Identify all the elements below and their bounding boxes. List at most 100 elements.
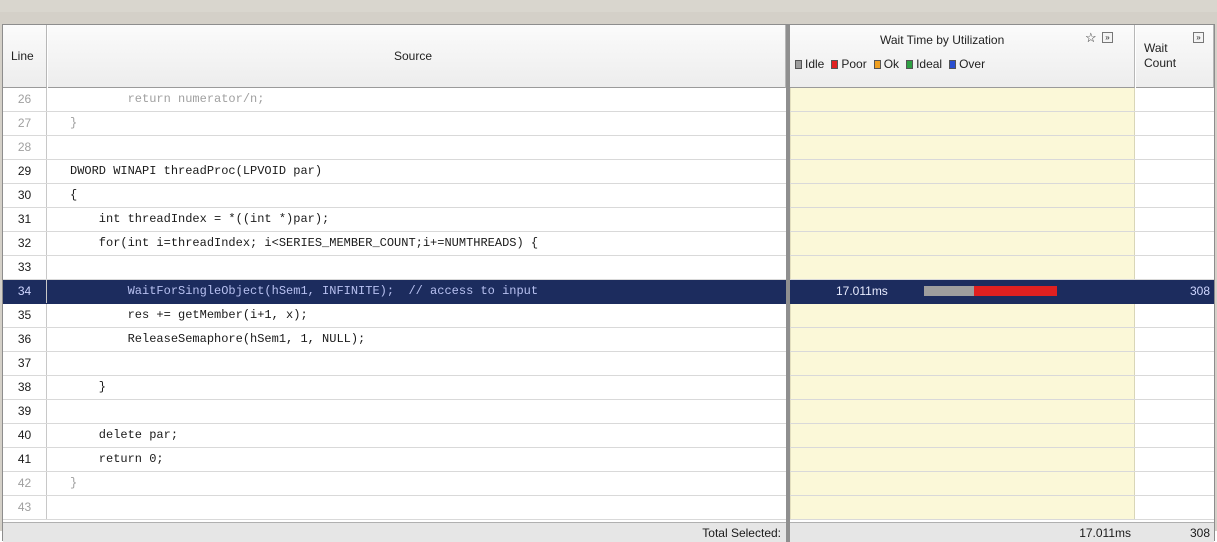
legend-label: Ideal (916, 57, 943, 71)
table-row[interactable]: 40 delete par; (3, 424, 1214, 448)
legend-label: Ok (883, 57, 900, 71)
wait-time-value: 17.011ms (836, 284, 888, 298)
table-row[interactable]: 38 } (3, 376, 1214, 400)
wait-count-cell (1136, 88, 1214, 111)
line-number: 41 (3, 448, 47, 471)
utilization-legend: Idle Poor Ok Ideal Over (795, 57, 992, 71)
line-number: 31 (3, 208, 47, 231)
line-number: 28 (3, 136, 47, 159)
wait-time-cell (790, 88, 1135, 111)
table-row[interactable]: 37 (3, 352, 1214, 376)
wait-count-cell (1136, 112, 1214, 135)
pane-splitter[interactable] (786, 25, 790, 542)
wait-time-cell (790, 160, 1135, 183)
line-number: 35 (3, 304, 47, 327)
table-row[interactable]: 34 WaitForSingleObject(hSem1, INFINITE);… (3, 280, 1214, 304)
legend-swatch-icon (949, 60, 957, 69)
line-number: 32 (3, 232, 47, 255)
table-row[interactable]: 39 (3, 400, 1214, 424)
table-row[interactable]: 28 (3, 136, 1214, 160)
wait-time-cell (790, 208, 1135, 231)
legend-swatch-icon (873, 60, 881, 69)
column-header-wait-count[interactable]: Wait Count » (1136, 25, 1214, 88)
wait-time-cell: 17.011ms (790, 280, 1135, 303)
wait-time-cell (790, 184, 1135, 207)
total-selected-label: Total Selected: (702, 526, 781, 540)
table-row[interactable]: 42} (3, 472, 1214, 496)
wait-count-cell (1136, 256, 1214, 279)
source-code-line: } (70, 116, 78, 130)
line-number: 37 (3, 352, 47, 375)
line-number: 34 (3, 280, 47, 303)
wait-time-cell (790, 112, 1135, 135)
source-code-line: return numerator/n; (70, 92, 265, 106)
legend-item-over[interactable]: Over (949, 57, 985, 71)
source-code-line: return 0; (70, 452, 164, 466)
expand-panel-icon[interactable]: » (1102, 32, 1113, 43)
wait-count-cell (1136, 352, 1214, 375)
table-row[interactable]: 41 return 0; (3, 448, 1214, 472)
source-code-line (48, 496, 786, 519)
wait-time-cell (790, 376, 1135, 399)
wait-count-cell (1136, 136, 1214, 159)
line-number: 38 (3, 376, 47, 399)
table-row[interactable]: 35 res += getMember(i+1, x); (3, 304, 1214, 328)
source-code-line: for(int i=threadIndex; i<SERIES_MEMBER_C… (70, 236, 539, 250)
expand-panel-icon[interactable]: » (1193, 32, 1204, 43)
legend-item-idle[interactable]: Idle (795, 57, 824, 71)
wait-count-cell (1136, 400, 1214, 423)
column-header-source[interactable]: Source (48, 25, 786, 88)
wait-count-cell (1136, 184, 1214, 207)
table-row[interactable]: 31 int threadIndex = *((int *)par); (3, 208, 1214, 232)
table-row[interactable]: 30 { (3, 184, 1214, 208)
source-view-window: Line Source Wait Time by Utilization ☆ »… (0, 0, 1217, 542)
wait-count-cell (1136, 208, 1214, 231)
source-code-line (48, 256, 786, 279)
wait-time-cell (790, 424, 1135, 447)
line-number: 29 (3, 160, 47, 183)
wait-count-cell (1136, 328, 1214, 351)
source-code-line: ReleaseSemaphore(hSem1, 1, NULL); (70, 332, 366, 346)
table-row[interactable]: 36 ReleaseSemaphore(hSem1, 1, NULL); (3, 328, 1214, 352)
column-header-line[interactable]: Line (3, 25, 47, 88)
star-icon[interactable]: ☆ (1085, 30, 1097, 46)
source-code-line: int threadIndex = *((int *)par); (70, 212, 330, 226)
table-row[interactable]: 33 (3, 256, 1214, 280)
wait-time-cell (790, 232, 1135, 255)
legend-item-ideal[interactable]: Ideal (906, 57, 942, 71)
wait-count-cell (1136, 496, 1214, 519)
column-header-wait-time[interactable]: Wait Time by Utilization ☆ » Idle Poor Ok I… (790, 25, 1135, 88)
source-code-line: delete par; (70, 428, 179, 442)
line-number: 33 (3, 256, 47, 279)
legend-label: Idle (805, 57, 825, 71)
line-number: 39 (3, 400, 47, 423)
source-code-line: } (70, 380, 107, 394)
wait-count-cell (1136, 472, 1214, 495)
table-row[interactable]: 43 (3, 496, 1214, 520)
table-row[interactable]: 32 for(int i=threadIndex; i<SERIES_MEMBE… (3, 232, 1214, 256)
legend-item-ok[interactable]: Ok (873, 57, 900, 71)
wait-time-cell (790, 328, 1135, 351)
column-header-wait-time-label: Wait Time by Utilization (880, 33, 1005, 47)
wait-count-cell (1136, 304, 1214, 327)
line-number: 36 (3, 328, 47, 351)
wait-count-cell: 308 (1189, 284, 1210, 298)
table-row[interactable]: 26 return numerator/n; (3, 88, 1214, 112)
poor-utilization-bar (974, 286, 1057, 296)
table-row[interactable]: 29 DWORD WINAPI threadProc(LPVOID par) (3, 160, 1214, 184)
source-code-line (48, 136, 786, 159)
legend-label: Poor (841, 57, 867, 71)
legend-swatch-icon (906, 60, 914, 69)
legend-item-poor[interactable]: Poor (831, 57, 867, 71)
line-number: 40 (3, 424, 47, 447)
wait-time-cell (790, 496, 1135, 519)
line-number: 27 (3, 112, 47, 135)
line-number: 26 (3, 88, 47, 111)
line-number: 30 (3, 184, 47, 207)
column-header-source-label: Source (394, 49, 433, 63)
column-header-wait-count-label-2: Count (1144, 56, 1177, 70)
totals-footer: Total Selected: 17.011ms 308 (3, 522, 1214, 542)
table-row[interactable]: 27} (3, 112, 1214, 136)
source-code-line: res += getMember(i+1, x); (70, 308, 308, 322)
wait-count-cell (1136, 160, 1214, 183)
